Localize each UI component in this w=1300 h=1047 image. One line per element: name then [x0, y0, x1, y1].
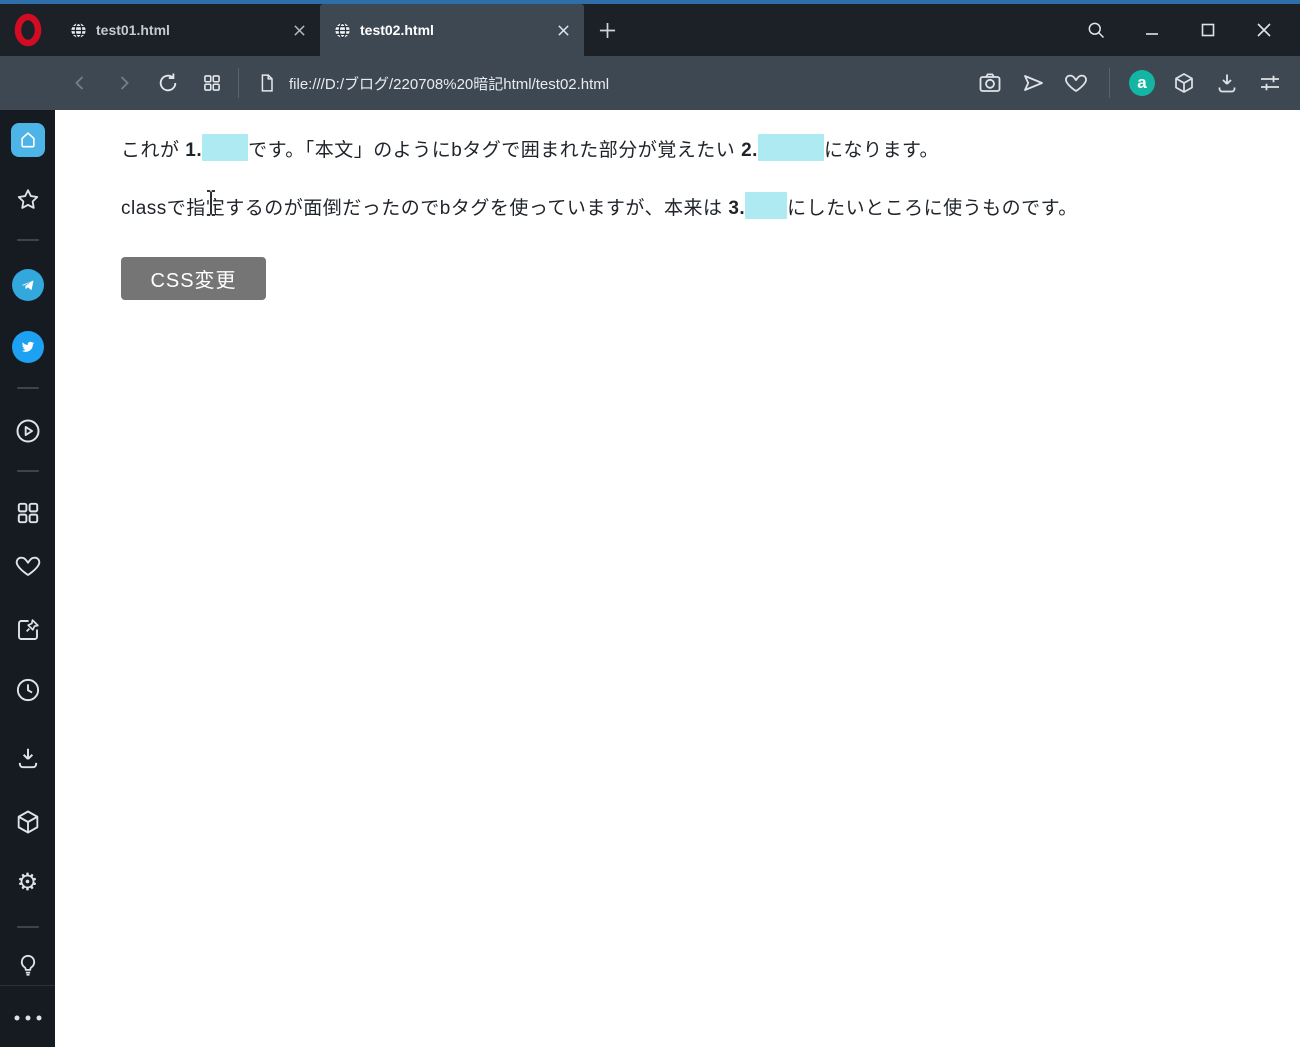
- tab-title: test01.html: [96, 22, 170, 38]
- amazon-badge[interactable]: a: [1129, 70, 1155, 96]
- sidebar-divider: [16, 926, 39, 928]
- opera-sidebar: ⚙: [0, 110, 55, 1047]
- hidden-answer-blank-3[interactable]: [745, 192, 788, 219]
- cube-icon[interactable]: [1170, 63, 1198, 103]
- toolbar-separator: [1109, 68, 1110, 98]
- globe-favicon: [334, 22, 351, 39]
- easy-setup-sliders-icon[interactable]: [1256, 63, 1284, 103]
- paragraph-1: これが 1. です。「本文」のようにbタグで囲まれた部分が覚えたい 2. になります…: [121, 134, 1280, 166]
- tab-grid-icon[interactable]: [190, 63, 234, 103]
- globe-favicon: [70, 22, 87, 39]
- twitter-icon[interactable]: [11, 331, 44, 363]
- main-area: ⚙ これが 1. です。「本文」のようにbタグで囲まれた部分が覚えたい 2. になり…: [0, 110, 1300, 1047]
- text-run: にしたいところに使うものです。: [787, 198, 1078, 219]
- camera-icon[interactable]: [976, 63, 1004, 103]
- gear-glyph: ⚙: [16, 869, 39, 896]
- search-icon[interactable]: [1080, 14, 1112, 46]
- bold-number-2: 2.: [741, 140, 758, 161]
- sidebar-section-line: [0, 985, 55, 986]
- window-controls: [1080, 14, 1300, 46]
- opera-logo[interactable]: [0, 13, 56, 47]
- player-icon[interactable]: [14, 417, 42, 445]
- close-icon[interactable]: [1248, 14, 1280, 46]
- bold-number-3: 3.: [728, 198, 746, 219]
- address-toolbar: file:///D:/ブログ/220708%20暗記html/test02.ht…: [0, 56, 1300, 110]
- hidden-answer-blank-1[interactable]: [202, 134, 249, 161]
- extensions-cube-icon[interactable]: [14, 808, 42, 836]
- sidebar-divider: [16, 470, 39, 472]
- tab-title: test02.html: [360, 22, 434, 38]
- more-dots-icon[interactable]: [14, 1015, 41, 1021]
- pinboards-icon[interactable]: [14, 617, 41, 644]
- page-content: これが 1. です。「本文」のようにbタグで囲まれた部分が覚えたい 2. になります…: [55, 110, 1300, 1047]
- home-icon-bg: [10, 123, 45, 157]
- tab-test02[interactable]: test02.html: [320, 4, 584, 56]
- send-flow-icon[interactable]: [1019, 63, 1047, 103]
- tab-close-icon[interactable]: [288, 19, 310, 41]
- toolbar-separator: [238, 68, 239, 98]
- sidebar-divider: [16, 239, 39, 241]
- download-icon[interactable]: [1213, 63, 1241, 103]
- bold-number-1: 1.: [185, 140, 203, 161]
- url-text[interactable]: file:///D:/ブログ/220708%20暗記html/test02.ht…: [289, 73, 609, 94]
- forward-icon[interactable]: [102, 63, 146, 103]
- text-run: になります。: [823, 140, 940, 161]
- css-change-button[interactable]: CSS変更: [121, 257, 266, 300]
- tab-bar: test01.html test02.html: [0, 4, 1300, 56]
- downloads-icon[interactable]: [15, 745, 41, 771]
- page-icon: [257, 71, 277, 95]
- back-icon[interactable]: [58, 63, 102, 103]
- settings-gear-icon[interactable]: ⚙: [17, 871, 39, 895]
- reload-icon[interactable]: [146, 63, 190, 103]
- speed-dial-grid-icon[interactable]: [15, 500, 41, 526]
- history-clock-icon[interactable]: [14, 677, 41, 704]
- paragraph-2: classで指定するのが面倒だったのでbタグを使っていますが、本来は 3. にした…: [121, 192, 1280, 224]
- minimize-icon[interactable]: [1136, 14, 1168, 46]
- sidebar-divider: [16, 387, 39, 389]
- new-tab-button[interactable]: [584, 4, 630, 56]
- toolbar-right-group: a: [976, 63, 1300, 103]
- lightbulb-icon[interactable]: [15, 952, 41, 978]
- tab-close-icon[interactable]: [552, 19, 574, 41]
- text-run: classで指定するのが面倒だったのでbタグを使っていますが、本来は: [121, 198, 729, 219]
- browser-window: test01.html test02.html file:///D:/ブログ/2…: [0, 0, 1300, 1047]
- home-icon[interactable]: [10, 123, 45, 157]
- amazon-badge-letter: a: [1137, 73, 1147, 92]
- maximize-icon[interactable]: [1192, 14, 1224, 46]
- text-run: です。「本文」のようにbタグで囲まれた部分が覚えたい: [248, 140, 742, 161]
- heart-icon[interactable]: [1062, 63, 1090, 103]
- bookmarks-star-icon[interactable]: [15, 187, 41, 213]
- hidden-answer-blank-2[interactable]: [757, 134, 824, 161]
- telegram-icon[interactable]: [11, 269, 44, 301]
- text-run: これが: [121, 140, 186, 161]
- tab-test01[interactable]: test01.html: [56, 4, 320, 56]
- personal-news-heart-icon[interactable]: [14, 553, 41, 580]
- url-bar[interactable]: file:///D:/ブログ/220708%20暗記html/test02.ht…: [257, 71, 976, 95]
